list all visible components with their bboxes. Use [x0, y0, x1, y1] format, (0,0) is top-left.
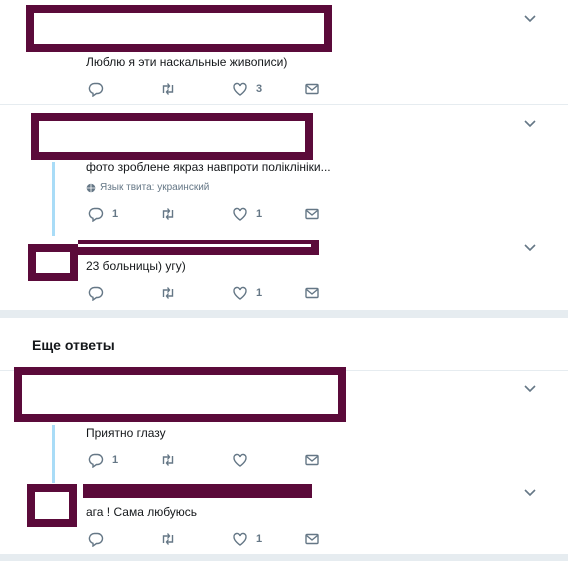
thread-line — [52, 425, 55, 483]
retweet-button[interactable] — [160, 80, 176, 98]
envelope-icon — [305, 454, 319, 466]
tweet-text: фото зроблене якраз навпроти поліклініки… — [86, 160, 331, 174]
tweet-text: 23 больницы) угу) — [86, 259, 186, 273]
like-count: 1 — [256, 533, 263, 545]
like-count: 3 — [256, 83, 263, 95]
redaction-fill — [39, 121, 305, 152]
envelope-icon — [305, 533, 319, 545]
reply-icon — [88, 82, 104, 97]
like-button[interactable] — [232, 451, 256, 469]
tweet-text: Приятно глазу — [86, 426, 166, 440]
retweet-icon — [162, 208, 174, 220]
tweet-language: Язык твита: украинский — [86, 182, 209, 193]
reply-count: 1 — [112, 208, 119, 220]
chevron-down-icon[interactable] — [523, 384, 537, 394]
like-button[interactable]: 3 — [232, 80, 262, 98]
reply-icon — [88, 453, 104, 468]
thread-line — [52, 162, 55, 236]
section-divider — [0, 310, 568, 318]
reply-icon — [88, 532, 104, 547]
dm-button[interactable] — [304, 80, 320, 98]
globe-icon — [86, 183, 96, 192]
dm-button[interactable] — [304, 530, 320, 548]
retweet-icon — [162, 287, 174, 299]
language-label: Язык твита: украинский — [100, 182, 210, 193]
section-divider — [0, 554, 568, 561]
reply-button[interactable] — [88, 530, 112, 548]
heart-icon — [233, 286, 247, 300]
tweet-actions: 3 — [86, 80, 326, 98]
heart-icon — [233, 532, 247, 546]
more-replies-heading: Еще ответы — [32, 337, 115, 353]
envelope-icon — [305, 287, 319, 299]
reply-button[interactable] — [88, 80, 112, 98]
tweet-text: ага ! Сама любуюсь — [86, 505, 198, 519]
tweet-actions: 1 — [86, 451, 326, 469]
envelope-icon — [305, 208, 319, 220]
reply-button[interactable]: 1 — [88, 205, 118, 223]
retweet-button[interactable] — [160, 284, 176, 302]
reply-button[interactable]: 1 — [88, 451, 118, 469]
retweet-button[interactable] — [160, 205, 176, 223]
redacted-author-name — [83, 484, 312, 498]
redaction-fill — [78, 244, 311, 247]
like-button[interactable]: 1 — [232, 205, 262, 223]
tweet-actions: 1 1 — [86, 205, 326, 223]
heart-icon — [233, 453, 247, 467]
retweet-button[interactable] — [160, 530, 176, 548]
dm-button[interactable] — [304, 451, 320, 469]
reply-icon — [88, 286, 104, 301]
like-button[interactable]: 1 — [232, 284, 262, 302]
retweet-icon — [162, 83, 174, 95]
tweet-text: Люблю я эти наскальные живописи) — [86, 55, 288, 69]
reply-icon — [88, 207, 104, 222]
like-button[interactable]: 1 — [232, 530, 262, 548]
like-count: 1 — [256, 208, 263, 220]
tweet-actions: 1 — [86, 530, 326, 548]
redaction-fill — [36, 252, 70, 273]
heart-icon — [233, 207, 247, 221]
like-count: 1 — [256, 287, 263, 299]
redaction-fill — [34, 13, 324, 44]
chevron-down-icon[interactable] — [523, 243, 537, 253]
chevron-down-icon[interactable] — [523, 14, 537, 24]
heart-icon — [233, 82, 247, 96]
retweet-button[interactable] — [160, 451, 176, 469]
redaction-fill — [22, 375, 338, 414]
dm-button[interactable] — [304, 284, 320, 302]
retweet-icon — [162, 533, 174, 545]
separator — [0, 104, 568, 105]
redaction-fill — [35, 492, 69, 519]
reply-button[interactable] — [88, 284, 112, 302]
reply-count: 1 — [112, 454, 119, 466]
redacted-author-name — [78, 240, 319, 255]
chevron-down-icon[interactable] — [523, 488, 537, 498]
dm-button[interactable] — [304, 205, 320, 223]
chevron-down-icon[interactable] — [523, 119, 537, 129]
tweet-actions: 1 — [86, 284, 326, 302]
retweet-icon — [162, 454, 174, 466]
envelope-icon — [305, 83, 319, 95]
